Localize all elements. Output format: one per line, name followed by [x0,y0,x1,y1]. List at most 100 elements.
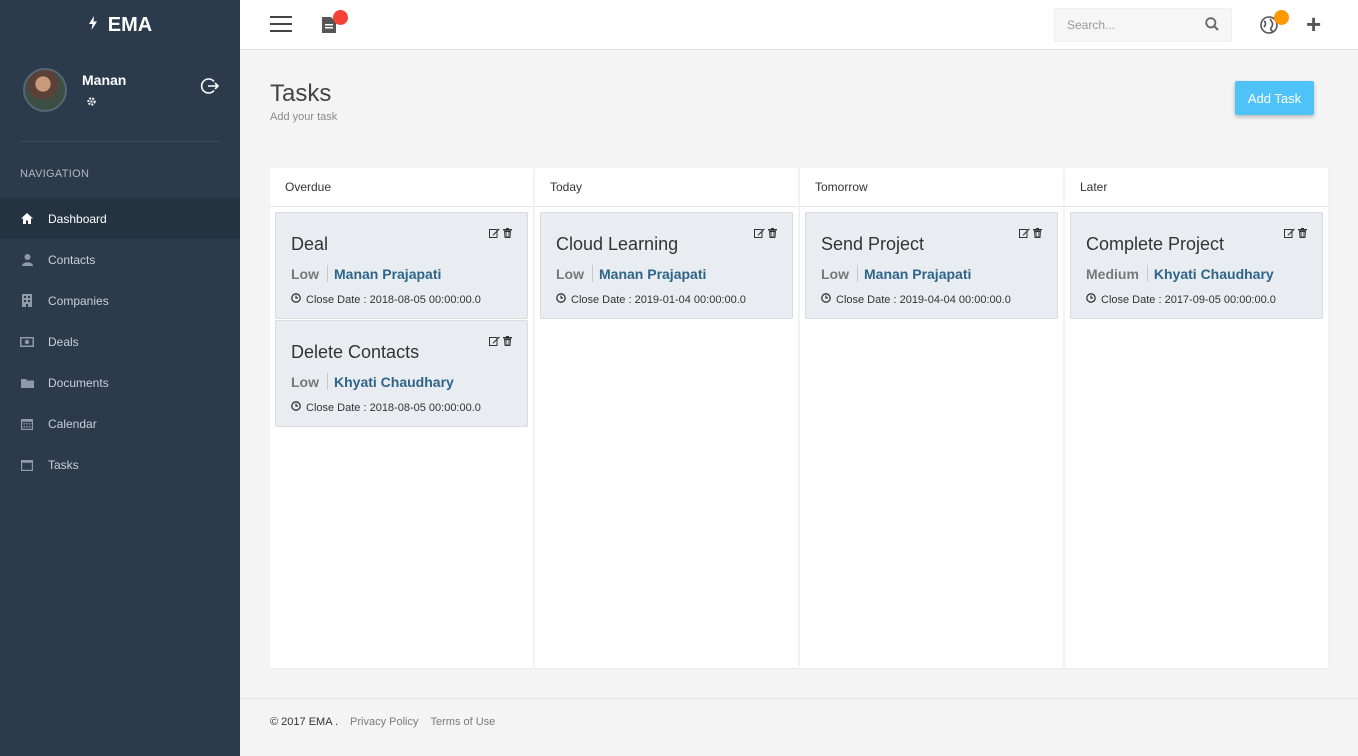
add-task-button[interactable]: Add Task [1235,81,1314,115]
task-card[interactable]: Send Project Low Manan Prajapati Close D… [805,212,1058,319]
footer-divider [240,698,1358,699]
bolt-icon [88,15,98,35]
calendar-blank-icon [20,459,34,471]
separator [327,373,328,390]
column-tomorrow: Tomorrow Send Project Low Manan Prajapat… [800,168,1063,668]
edit-icon[interactable] [754,225,765,243]
sidebar-item-documents[interactable]: Documents [0,362,240,403]
task-title: Cloud Learning [556,234,679,254]
column-later: Later Complete Project Medium Khyati Cha… [1065,168,1328,668]
task-owner-link[interactable]: Manan Prajapati [334,266,441,282]
logout-icon[interactable] [200,76,220,96]
nav-title: NAVIGATION [20,168,90,180]
column-overdue: Overdue Deal Low Manan Prajapati Close D… [270,168,533,668]
edit-icon[interactable] [489,225,500,243]
sidebar-item-label: Tasks [48,457,79,472]
task-close-date: Close Date : 2017-09-05 00:00:00.0 [1101,293,1276,306]
sidebar-item-tasks[interactable]: Tasks [0,444,240,485]
task-owner-link[interactable]: Manan Prajapati [864,266,971,282]
task-title: Delete Contacts [291,342,420,362]
column-header: Later [1065,168,1328,207]
edit-icon[interactable] [1019,225,1030,243]
search-box [1054,8,1232,42]
sidebar-item-calendar[interactable]: Calendar [0,403,240,444]
column-today: Today Cloud Learning Low Manan Prajapati… [535,168,798,668]
trash-icon[interactable] [503,333,512,351]
globe-badge [1274,10,1289,25]
sidebar-item-companies[interactable]: Companies [0,280,240,321]
task-owner-link[interactable]: Khyati Chaudhary [1154,266,1274,282]
sidebar-item-label: Companies [48,293,109,308]
app-name: EMA [107,13,153,36]
user-panel: Manan [20,50,220,142]
search-icon[interactable] [1205,17,1219,36]
task-title: Deal [291,234,329,254]
task-priority: Low [556,265,584,282]
sidebar-item-label: Documents [48,375,109,390]
sidebar: EMA Manan NAVIGATION Dashboard Contacts … [0,0,240,756]
user-name: Manan [82,72,127,88]
task-title: Complete Project [1086,234,1225,254]
clock-icon [1086,293,1096,306]
edit-icon[interactable] [489,333,500,351]
plus-icon[interactable]: + [1306,11,1321,37]
home-icon [20,213,34,224]
sidebar-item-label: Contacts [48,252,96,267]
terms-of-use-link[interactable]: Terms of Use [431,716,496,728]
topbar: + [240,0,1358,50]
sidebar-item-contacts[interactable]: Contacts [0,239,240,280]
money-icon [20,336,34,347]
separator [327,265,328,282]
clock-icon [291,293,301,306]
column-header: Tomorrow [800,168,1063,207]
page-title: Tasks [270,80,332,107]
menu-toggle-icon[interactable] [270,16,292,32]
task-owner-link[interactable]: Khyati Chaudhary [334,374,454,390]
building-icon [20,294,34,307]
footer: © 2017 EMA . Privacy Policy Terms of Use [270,716,495,728]
brand[interactable]: EMA [0,0,240,50]
clock-icon [291,401,301,414]
task-title: Send Project [821,234,925,254]
task-priority: Low [291,265,319,282]
task-close-date: Close Date : 2019-04-04 00:00:00.0 [836,293,1011,306]
task-board: Overdue Deal Low Manan Prajapati Close D… [270,168,1328,668]
separator [857,265,858,282]
task-priority: Low [821,265,849,282]
separator [592,265,593,282]
edit-icon[interactable] [1284,225,1295,243]
calendar-icon [20,418,34,430]
clock-icon [556,293,566,306]
column-header: Overdue [270,168,533,207]
trash-icon[interactable] [1298,225,1307,243]
sidebar-nav: Dashboard Contacts Companies Deals Docum… [0,198,240,485]
clock-icon [821,293,831,306]
sidebar-item-deals[interactable]: Deals [0,321,240,362]
trash-icon[interactable] [503,225,512,243]
gear-icon[interactable] [86,96,97,110]
task-priority: Medium [1086,265,1139,282]
search-input[interactable] [1055,9,1195,41]
column-header: Today [535,168,798,207]
avatar[interactable] [23,68,67,112]
task-close-date: Close Date : 2018-08-05 00:00:00.0 [306,401,481,414]
user-icon [20,253,34,266]
page-subtitle: Add your task [270,111,338,123]
sidebar-item-label: Dashboard [48,211,107,226]
notification-badge [333,10,348,25]
copyright-text: © 2017 EMA . [270,716,339,728]
sidebar-item-label: Calendar [48,416,97,431]
task-card[interactable]: Deal Low Manan Prajapati Close Date : 20… [275,212,528,319]
privacy-policy-link[interactable]: Privacy Policy [350,716,418,728]
trash-icon[interactable] [768,225,777,243]
task-priority: Low [291,373,319,390]
trash-icon[interactable] [1033,225,1042,243]
task-card[interactable]: Delete Contacts Low Khyati Chaudhary Clo… [275,320,528,427]
task-close-date: Close Date : 2019-01-04 00:00:00.0 [571,293,746,306]
task-close-date: Close Date : 2018-08-05 00:00:00.0 [306,293,481,306]
sidebar-item-dashboard[interactable]: Dashboard [0,198,240,239]
task-card[interactable]: Complete Project Medium Khyati Chaudhary… [1070,212,1323,319]
task-owner-link[interactable]: Manan Prajapati [599,266,706,282]
task-card[interactable]: Cloud Learning Low Manan Prajapati Close… [540,212,793,319]
separator [1146,265,1148,282]
